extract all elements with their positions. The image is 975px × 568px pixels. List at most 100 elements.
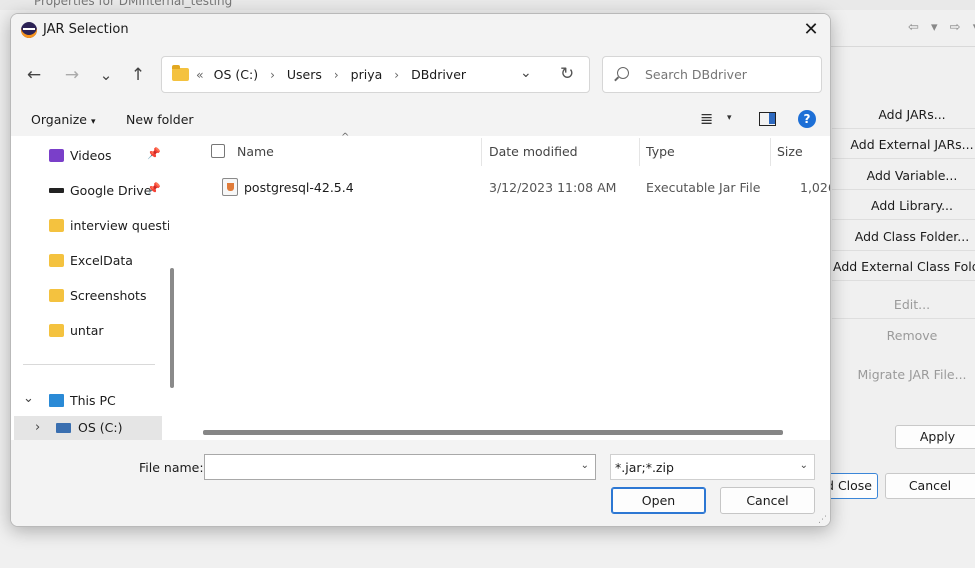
forward-arrow-icon[interactable]: → [61,64,83,86]
up-arrow-icon[interactable]: ↑ [127,64,149,86]
address-bar[interactable]: « OS (C:) › Users › priya › DBdriver ⌄ ↻ [161,56,590,93]
nav-item-videos[interactable]: Videos 📌 [21,141,169,171]
column-divider[interactable] [770,138,771,166]
cancel-button[interactable]: Cancel [720,487,815,514]
back-arrow-icon[interactable]: ← [23,64,45,86]
nav-item-interview-questions[interactable]: interview questi [21,211,169,241]
nav-item-label: untar [70,323,104,338]
jar-file-icon [222,178,238,196]
breadcrumb-overflow-icon[interactable]: « [196,67,204,82]
add-external-class-folder-button[interactable]: Add External Class Folder... [832,255,975,279]
preview-pane-icon[interactable] [759,112,776,126]
column-divider[interactable] [639,138,640,166]
column-divider[interactable] [481,138,482,166]
file-name: postgresql-42.5.4 [244,180,354,195]
new-folder-button[interactable]: New folder [126,112,194,127]
close-icon[interactable]: ✕ [798,18,824,42]
breadcrumb-priya[interactable]: priya [351,67,383,82]
folder-icon [49,289,64,302]
computer-icon [49,394,64,407]
folder-icon [49,254,64,267]
eclipse-logo-icon [21,22,37,38]
column-header-name[interactable]: Name [237,144,274,159]
drive-icon [49,188,64,193]
jar-selection-dialog: JAR Selection ✕ ← → ⌄ ↑ « OS (C:) › User… [10,13,831,527]
organize-menu[interactable]: Organize ▾ [31,112,96,127]
button-divider [832,250,975,251]
file-list: ^ Name Date modified Type Size postgresq… [185,132,830,440]
properties-titlebar: Properties for DMInternal_testing [0,0,975,10]
remove-button[interactable]: Remove [832,324,975,348]
caret-down-icon[interactable]: ▾ [727,113,732,123]
file-name-label: File name: [139,460,204,475]
chevron-down-icon[interactable]: ⌄ [581,460,589,471]
file-row[interactable]: postgresql-42.5.4 3/12/2023 11:08 AM Exe… [185,174,830,202]
apply-button[interactable]: Apply [895,425,975,449]
add-jars-button[interactable]: Add JARs... [832,103,975,127]
breadcrumb-separator-icon[interactable]: › [270,68,275,82]
open-button[interactable]: Open [611,487,706,514]
button-divider [832,128,975,129]
view-options-icon[interactable]: ≣ [700,109,713,128]
drive-icon [56,423,71,433]
file-name-combobox[interactable]: ⌄ [204,454,596,480]
breadcrumb-users[interactable]: Users [287,67,322,82]
command-bar: Organize ▾ New folder ≣ ▾ ? [11,104,830,136]
breadcrumb-os-drive[interactable]: OS (C:) [214,67,258,82]
file-type: Executable Jar File [646,180,761,195]
file-size: 1,026 [800,180,830,195]
address-dropdown-chevron-icon[interactable]: ⌄ [520,65,532,81]
recent-locations-chevron-icon[interactable]: ⌄ [95,64,117,86]
resize-grip-icon[interactable]: ⋰ [818,515,827,525]
file-date-modified: 3/12/2023 11:08 AM [489,180,617,195]
nav-item-label: Google Drive [70,183,152,198]
nav-item-screenshots[interactable]: Screenshots [21,281,169,311]
nav-item-exceldata[interactable]: ExcelData [21,246,169,276]
edit-button[interactable]: Edit... [832,293,975,317]
button-divider [832,189,975,190]
dialog-titlebar: JAR Selection ✕ [11,14,830,46]
add-variable-button[interactable]: Add Variable... [832,164,975,188]
select-all-checkbox[interactable] [211,144,225,158]
horizontal-scrollbar[interactable] [203,430,783,435]
refresh-icon[interactable]: ↻ [560,64,574,84]
search-input[interactable] [645,67,815,82]
add-class-folder-button[interactable]: Add Class Folder... [832,225,975,249]
pin-icon: 📌 [147,147,161,160]
nav-pane-scrollbar[interactable] [170,268,174,388]
breadcrumb-separator-icon[interactable]: › [394,68,399,82]
properties-cancel-button[interactable]: Cancel [885,473,975,499]
migrate-jar-button[interactable]: Migrate JAR File... [832,363,975,387]
button-divider [832,158,975,159]
navigation-bar: ← → ⌄ ↑ « OS (C:) › Users › priya › DBdr… [11,46,830,104]
breadcrumb-separator-icon[interactable]: › [334,68,339,82]
folder-icon [172,65,189,81]
nav-item-os-drive[interactable]: › OS (C:) [14,416,162,440]
nav-divider [23,364,155,365]
column-header-size[interactable]: Size [777,144,803,159]
add-library-button[interactable]: Add Library... [832,194,975,218]
nav-item-untar[interactable]: untar [21,316,169,346]
folder-icon [49,219,64,232]
history-nav-arrows-icon[interactable]: ⇦ ▾ ⇨ ▾ [908,20,975,35]
nav-item-this-pc[interactable]: ⌄ This PC [21,386,169,416]
breadcrumb-dbdriver[interactable]: DBdriver [411,67,466,82]
nav-item-label: This PC [70,393,116,408]
caret-down-icon: ▾ [91,117,96,127]
help-icon[interactable]: ? [798,110,816,128]
column-header-type[interactable]: Type [646,144,675,159]
chevron-right-icon[interactable]: › [35,420,40,435]
add-external-jars-button[interactable]: Add External JARs... [832,133,975,157]
navigation-pane: Videos 📌 Google Drive 📌 interview questi… [11,136,183,440]
file-name-input[interactable] [209,459,569,474]
chevron-down-icon[interactable]: ⌄ [23,391,34,406]
video-folder-icon [49,149,64,162]
sort-ascending-icon: ^ [341,132,350,143]
nav-item-google-drive[interactable]: Google Drive 📌 [21,176,169,206]
search-box[interactable] [602,56,822,93]
breadcrumb: « OS (C:) › Users › priya › DBdriver [196,67,466,82]
file-type-filter-select[interactable]: *.jar;*.zip ⌄ [610,454,815,480]
nav-item-label: ExcelData [70,253,133,268]
column-header-date-modified[interactable]: Date modified [489,144,578,159]
chevron-down-icon: ⌄ [799,460,808,471]
